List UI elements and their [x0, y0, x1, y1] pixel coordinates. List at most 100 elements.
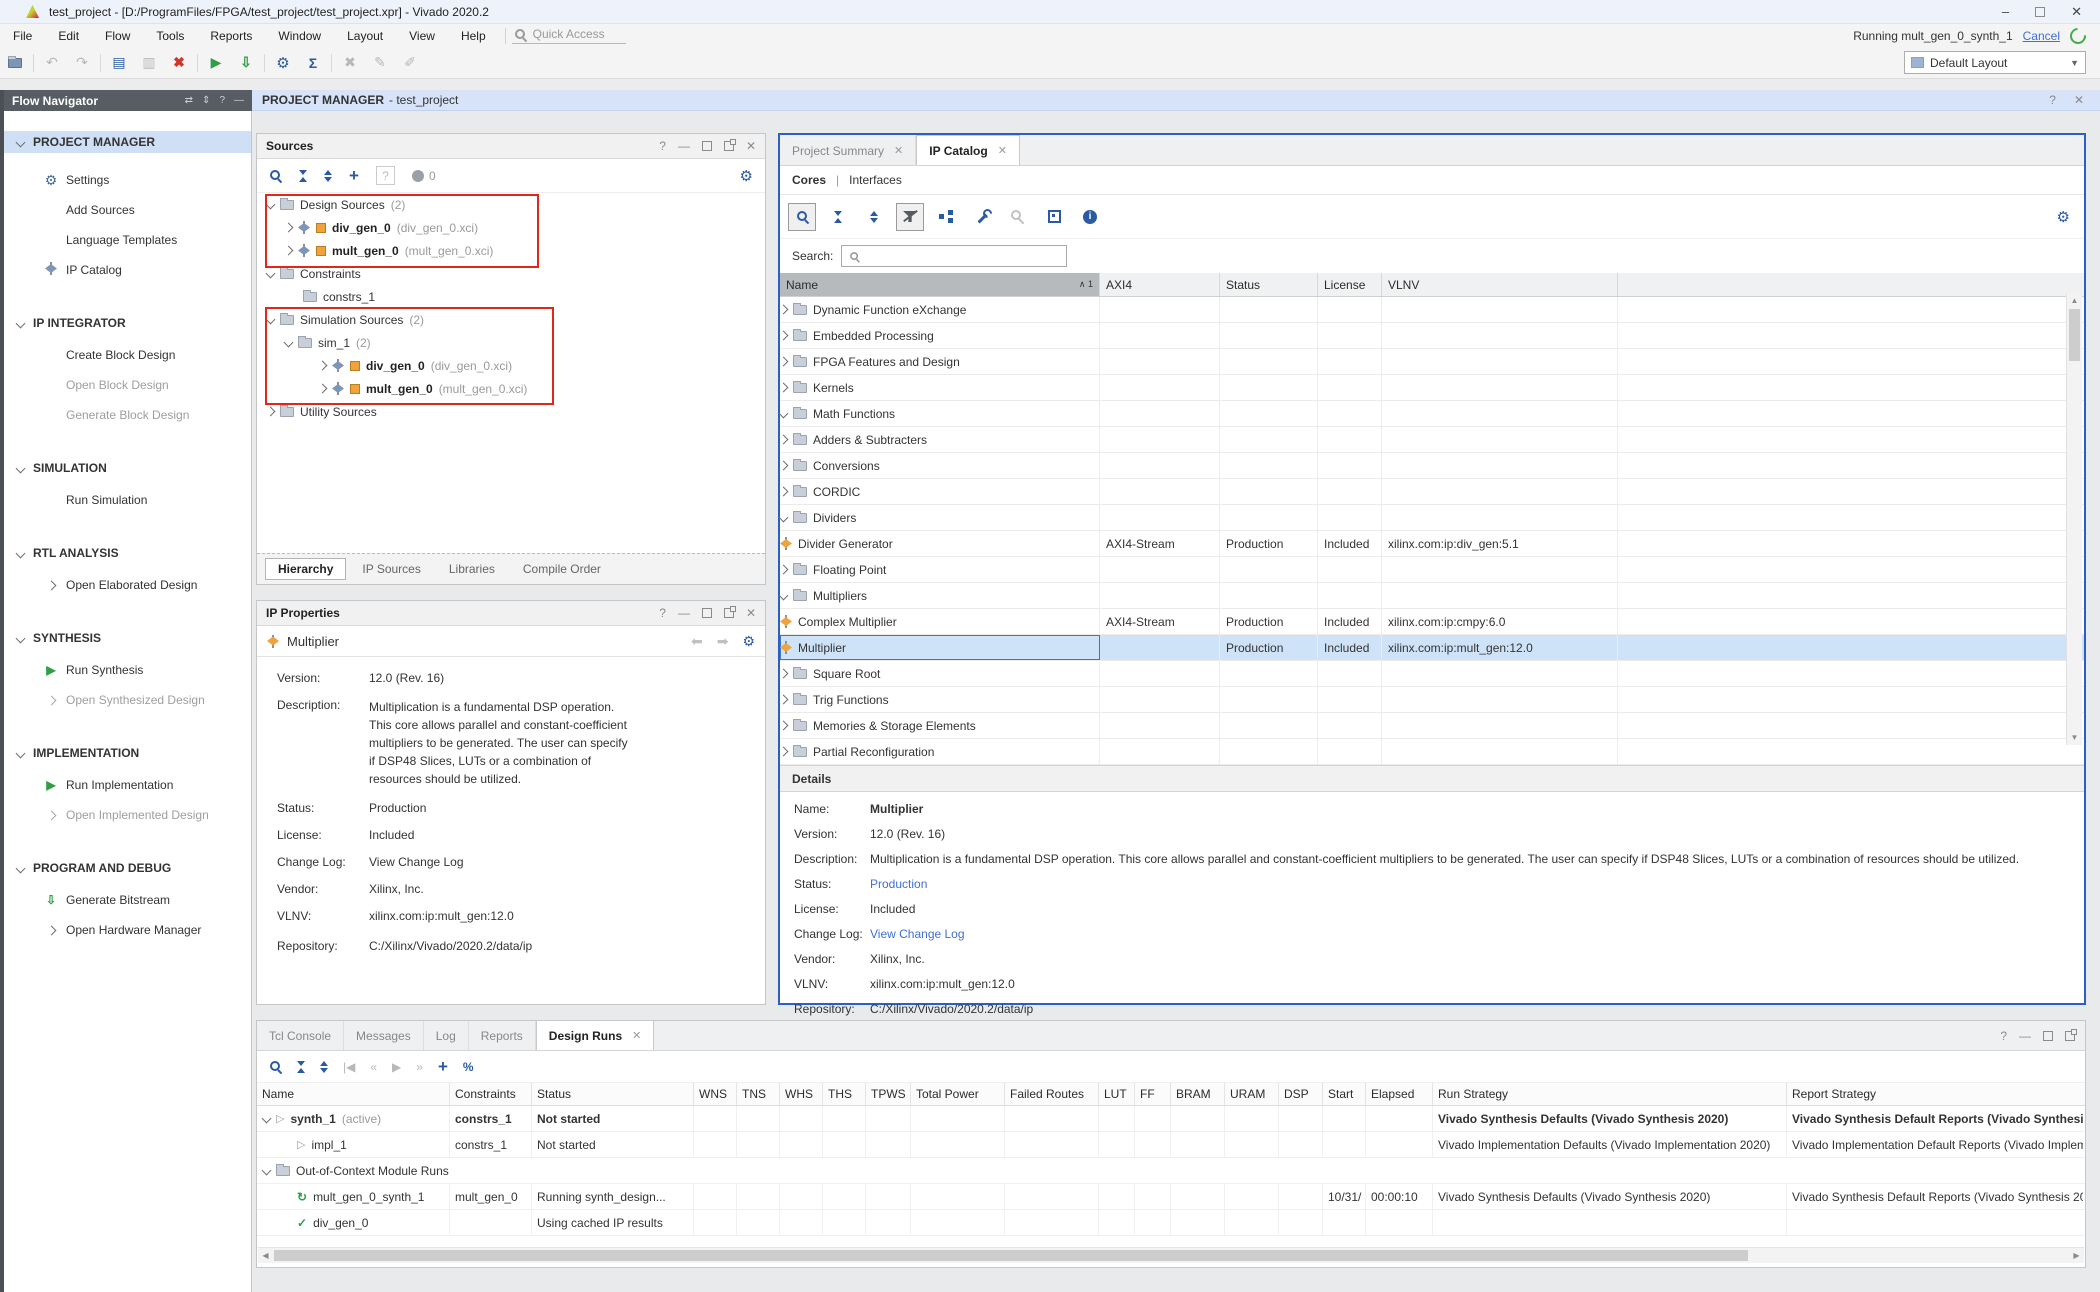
section-project-manager[interactable]: PROJECT MANAGER	[4, 131, 251, 153]
gear-icon[interactable]: ⚙	[742, 633, 755, 650]
tab-compile-order[interactable]: Compile Order	[511, 559, 613, 579]
expander-icon[interactable]	[779, 695, 789, 705]
scroll-down-icon[interactable]: ▼	[2067, 730, 2082, 745]
add-sources-icon[interactable]: +	[349, 166, 359, 186]
horizontal-scrollbar[interactable]: ◀ ▶	[258, 1247, 2084, 1263]
expand-all-icon[interactable]	[324, 170, 332, 182]
nav-add-sources[interactable]: Add Sources	[4, 195, 251, 225]
scrollbar-thumb[interactable]	[2069, 309, 2080, 361]
column-vlnv[interactable]: VLNV	[1382, 273, 1618, 296]
nav-create-block-design[interactable]: Create Block Design	[4, 340, 251, 370]
catalog-row[interactable]: Memories & Storage Elements	[780, 713, 2084, 739]
tree-item-design-sources[interactable]: Design Sources(2)	[257, 193, 765, 216]
collapse-all-icon[interactable]	[824, 203, 852, 231]
undo-icon[interactable]: ↶	[37, 54, 67, 71]
column-run-strategy[interactable]: Run Strategy	[1433, 1083, 1787, 1105]
vertical-scrollbar[interactable]: ▲ ▼	[2066, 293, 2082, 745]
cancel-run-link[interactable]: Cancel	[2023, 29, 2060, 43]
expander-icon[interactable]	[266, 269, 276, 279]
tree-item-constraints[interactable]: Constraints	[257, 262, 765, 285]
tab-project-summary[interactable]: Project Summary✕	[780, 136, 916, 165]
report-sigma-icon[interactable]: Σ	[298, 55, 328, 71]
expander-icon[interactable]	[779, 513, 789, 523]
search-icon[interactable]	[269, 1060, 282, 1073]
column-wns[interactable]: WNS	[694, 1083, 737, 1105]
column-ff[interactable]: FF	[1135, 1083, 1171, 1105]
expander-icon[interactable]	[779, 565, 789, 575]
expander-icon[interactable]	[262, 1114, 272, 1124]
scrollbar-thumb[interactable]	[274, 1250, 1748, 1261]
column-lut[interactable]: LUT	[1099, 1083, 1135, 1105]
catalog-row[interactable]: Multipliers	[780, 583, 2084, 609]
tab-libraries[interactable]: Libraries	[437, 559, 507, 579]
expander-icon[interactable]	[779, 747, 789, 757]
column-tpws[interactable]: TPWS	[866, 1083, 911, 1105]
device-chip-icon[interactable]	[1040, 203, 1068, 231]
column-axi4[interactable]: AXI4	[1100, 273, 1220, 296]
tab-messages[interactable]: Messages	[344, 1021, 424, 1050]
open-project-icon[interactable]	[0, 55, 30, 71]
expand-collapse-icon[interactable]: ⇕	[202, 95, 210, 106]
expander-icon[interactable]	[779, 591, 789, 601]
run-row-mult-gen-0-synth-1[interactable]: ↻mult_gen_0_synth_1 mult_gen_0 Running s…	[257, 1184, 2085, 1210]
expander-icon[interactable]	[284, 338, 294, 348]
search-input[interactable]	[841, 245, 1067, 267]
expander-icon[interactable]	[318, 361, 328, 371]
tab-hierarchy[interactable]: Hierarchy	[265, 558, 346, 580]
expander-icon[interactable]	[284, 223, 294, 233]
customize-ip-icon[interactable]	[968, 203, 996, 231]
copy-icon[interactable]: ▥	[134, 54, 164, 71]
layout-selector[interactable]: Default Layout ▼	[1904, 51, 2086, 74]
status-link[interactable]: Production	[369, 801, 426, 815]
run-group-ooc-module-runs[interactable]: Out-of-Context Module Runs	[257, 1158, 2085, 1184]
expander-icon[interactable]	[266, 315, 276, 325]
catalog-row[interactable]: CORDIC	[780, 479, 2084, 505]
column-uram[interactable]: URAM	[1225, 1083, 1279, 1105]
expand-all-icon[interactable]	[320, 1061, 328, 1073]
close-icon[interactable]: ✕	[2074, 93, 2084, 107]
search-icon[interactable]	[788, 203, 816, 231]
expander-icon[interactable]	[779, 331, 789, 341]
column-status[interactable]: Status	[1220, 273, 1318, 296]
expander-icon[interactable]	[779, 487, 789, 497]
catalog-row-complex-multiplier[interactable]: Complex MultiplierAXI4-StreamProductionI…	[780, 609, 2084, 635]
help-icon[interactable]: ?	[2000, 1029, 2007, 1043]
menu-file[interactable]: File	[0, 29, 45, 43]
close-panel-icon[interactable]: ✕	[746, 139, 756, 153]
run-icon[interactable]: ▶	[201, 54, 231, 71]
close-tab-icon[interactable]: ✕	[632, 1029, 641, 1042]
catalog-row[interactable]: Conversions	[780, 453, 2084, 479]
nav-open-hardware-manager[interactable]: Open Hardware Manager	[4, 915, 251, 945]
column-status[interactable]: Status	[532, 1083, 694, 1105]
help-icon[interactable]: ?	[659, 606, 666, 620]
help-icon[interactable]: ?	[219, 95, 225, 106]
toggle-tree-icon[interactable]: ⇄	[185, 95, 193, 106]
float-panel-icon[interactable]	[724, 608, 734, 618]
tree-item-utility-sources[interactable]: Utility Sources	[257, 400, 765, 423]
search-icon[interactable]	[269, 169, 282, 182]
catalog-row-multiplier-selected[interactable]: MultiplierProductionIncludedxilinx.com:i…	[780, 635, 2084, 661]
expander-icon[interactable]	[318, 384, 328, 394]
info-icon[interactable]	[1076, 203, 1104, 231]
close-tab-icon[interactable]: ✕	[998, 144, 1007, 157]
catalog-row[interactable]: Dynamic Function eXchange	[780, 297, 2084, 323]
catalog-row[interactable]: Math Functions	[780, 401, 2084, 427]
tree-item-mult-gen[interactable]: mult_gen_0(mult_gen_0.xci)	[257, 239, 765, 262]
catalog-row[interactable]: Square Root	[780, 661, 2084, 687]
scroll-right-icon[interactable]: ▶	[2069, 1248, 2084, 1263]
catalog-row[interactable]: Kernels	[780, 375, 2084, 401]
column-failed-routes[interactable]: Failed Routes	[1005, 1083, 1099, 1105]
catalog-row[interactable]: Partial Reconfiguration	[780, 739, 2084, 765]
section-ip-integrator[interactable]: IP INTEGRATOR	[4, 312, 251, 334]
menu-help[interactable]: Help	[448, 29, 499, 43]
sources-panel-header[interactable]: Sources ? — ✕	[257, 134, 765, 159]
gear-icon[interactable]: ⚙	[740, 167, 753, 185]
maximize-panel-icon[interactable]	[702, 608, 712, 618]
expander-icon[interactable]	[779, 669, 789, 679]
collapse-all-icon[interactable]	[297, 1061, 305, 1073]
menu-window[interactable]: Window	[265, 29, 334, 43]
float-panel-icon[interactable]	[2065, 1031, 2075, 1041]
ip-properties-header[interactable]: IP Properties ? — ✕	[257, 601, 765, 626]
filter-icon[interactable]	[896, 203, 924, 231]
save-file-icon[interactable]: ▤	[104, 54, 134, 71]
